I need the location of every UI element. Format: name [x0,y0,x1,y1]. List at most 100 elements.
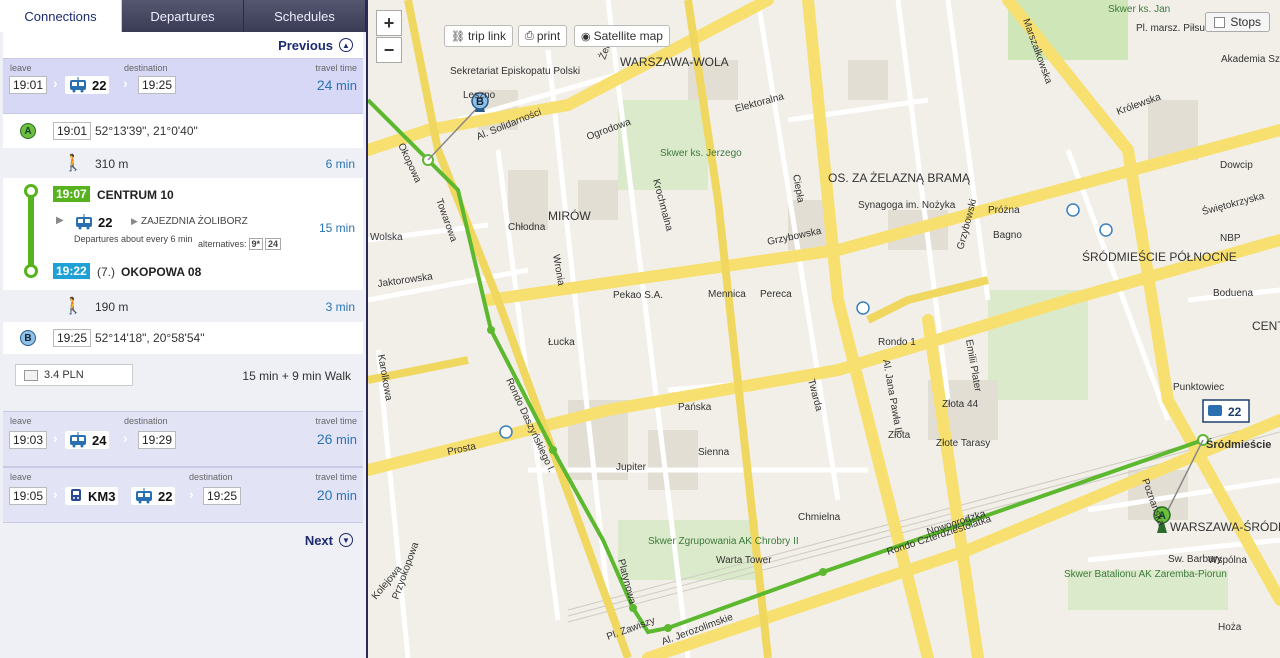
connection-row-2[interactable]: leave destination travel time 19:03 › 24… [3,411,363,467]
street-label: Towarowa [433,197,459,243]
destination-label: destination [189,472,233,482]
district-label: CENT [1252,319,1280,333]
street-label: Sw. Barbary [1168,554,1222,565]
street-label: Wronia [550,254,566,287]
print-button[interactable]: ⎙ print [518,25,568,47]
link-icon: ⛓ [451,30,465,43]
walk-minutes: 3 min [325,300,355,314]
walk-distance: 190 m [95,300,129,314]
trip-link-label: trip link [467,29,506,43]
street-label: Akademia Sz [1221,54,1280,65]
district-label: WARSZAWA-WOLA [620,55,729,69]
chevron-right-icon: › [53,430,58,446]
street-label: Synagoga im. Nożyka [858,200,956,211]
trip-link-button[interactable]: ⛓ trip link [444,25,513,47]
destination-label: destination [124,416,168,426]
destination-time: 19:25 [203,487,242,505]
tram-icon [70,432,86,448]
walk-row-2: 🚶 190 m 3 min [3,290,363,322]
satellite-map-button[interactable]: ◉ Satellite map [574,25,670,47]
destination-time: 19:25 [138,76,177,94]
chevron-right-icon: › [53,486,58,502]
travel-time-label: travel time [315,63,357,73]
travel-time: 20 min [317,487,357,503]
tab-connections[interactable]: Connections [0,0,122,32]
min-label: min [336,488,357,503]
street-label: Łucka [548,337,575,348]
ride-direction: ZAJEZDNIA ŻOLIBORZ [141,216,248,227]
tram-icon [70,77,86,93]
price-box: 3.4 PLN [15,364,133,386]
panel-tabs: Connections Departures Schedules [0,0,366,32]
connection-row-1[interactable]: leave destination travel time 19:01 › 22… [3,58,363,114]
street-label: Pekao S.A. [613,290,663,301]
alternative-line-24[interactable]: 24 [265,238,282,250]
chevron-right-icon: › [123,75,128,91]
globe-icon: ◉ [581,30,591,43]
chevron-up-icon: ▲ [339,38,353,52]
leave-label: leave [10,416,32,426]
tram-badge: 22 [131,487,176,505]
destination-label: destination [124,63,168,73]
travel-time-label: travel time [315,416,357,426]
street-label: Warta Tower [716,555,772,566]
previous-button[interactable]: Previous ▲ [3,32,363,58]
alternatives: alternatives: 9* 24 [198,238,282,250]
ride-tram-badge: 22 [71,213,115,231]
street-label: Rondo 1 [878,337,916,348]
price: 3.4 PLN [44,369,84,381]
street-label: Złota 44 [942,399,979,410]
street-label: Złota [888,430,911,441]
line-number: 24 [92,432,107,448]
alight-prefix: (7.) [97,265,115,279]
street-label: Wolska [370,232,403,243]
street-label: Świętokrzyska [1200,189,1266,218]
destination-time: 19:29 [138,431,177,449]
street-label: Dowcip [1220,160,1253,171]
ride-minutes: 15 min [318,221,355,235]
leave-time: 19:03 [9,431,48,449]
walk-distance: 310 m [95,157,129,171]
end-time: 19:25 [53,329,92,347]
metro-icon [856,301,870,315]
route-line-badge[interactable]: 22 [1202,399,1250,423]
tab-schedules[interactable]: Schedules [244,0,366,32]
ride-frequency: Departures about every 6 min [74,234,193,244]
travel-minutes: 24 [316,77,333,93]
connection-row-3[interactable]: leave destination travel time 19:05 › KM… [3,467,363,523]
street-label: Al. Jana Pawła II [880,359,904,434]
board-time: 19:07 [53,186,90,202]
walk-icon: 🚶 [63,298,83,315]
tab-departures[interactable]: Departures [122,0,244,32]
map-view[interactable]: B A 22 WARSZAWA-WOLA MIRÓW OS. ZA ŻELAZN… [368,0,1280,658]
leave-time: 19:05 [9,487,48,505]
direction-arrow-icon: ▶ [131,216,138,226]
route-badge-number: 22 [1228,405,1242,419]
street-label: Chmielna [798,512,841,523]
expand-triangle-icon[interactable]: ▶ [56,215,64,226]
travel-minutes: 26 [316,431,333,447]
board-dot-icon [24,184,38,198]
metro-icon [1066,203,1080,217]
stops-toggle[interactable]: Stops [1205,12,1270,32]
street-label: Bagno [993,230,1022,241]
map-canvas[interactable]: B A 22 WARSZAWA-WOLA MIRÓW OS. ZA ŻELAZN… [368,0,1280,658]
next-label: Next [304,532,333,548]
end-coords: 52°14'18", 20°58'54" [95,331,205,345]
next-button[interactable]: Next ▼ [3,527,363,553]
train-icon [71,489,81,501]
end-row: B 19:25 52°14'18", 20°58'54" [3,322,363,354]
chevron-down-icon: ▼ [339,533,353,547]
alternative-line-9[interactable]: 9* [248,238,264,250]
zoom-in-button[interactable]: + [376,10,402,36]
leave-time: 19:01 [9,76,48,94]
tram-badge: 24 [65,431,110,449]
start-row: A 19:01 52°13'39", 21°0'40" [3,114,363,148]
street-label: Skwer ks. Jan [1108,4,1170,15]
street-label: Próżna [988,205,1020,216]
zoom-out-button[interactable]: − [376,37,402,63]
stops-checkbox[interactable] [1214,16,1226,28]
street-label: Sekretariat Episkopatu Polski [450,66,580,77]
metro-icon [499,425,513,439]
print-label: print [536,29,561,43]
